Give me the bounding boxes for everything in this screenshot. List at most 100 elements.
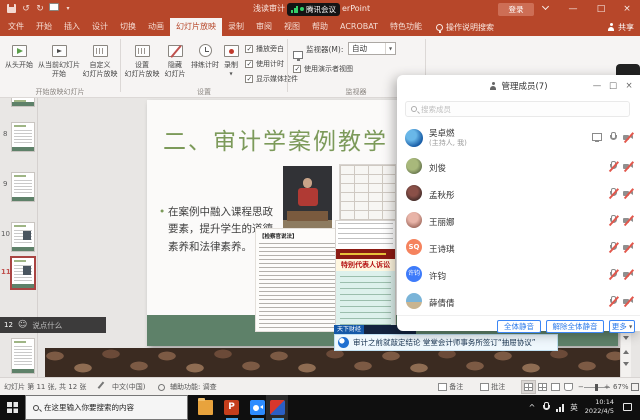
tray-mic-icon[interactable]	[540, 395, 552, 420]
emoji-icon[interactable]: ☺	[18, 321, 27, 330]
fit-to-window-icon[interactable]	[631, 378, 639, 396]
monitor-dropdown[interactable]: 自动 ▼	[348, 42, 396, 55]
camera-off-icon[interactable]	[623, 296, 633, 307]
from-current-slide-button[interactable]: 从当前幻灯片 开始	[37, 42, 81, 78]
zoom-out-button[interactable]: −	[578, 378, 584, 396]
thumbnail-slide-7-partial[interactable]	[11, 98, 35, 107]
notes-toggle[interactable]: 备注	[438, 378, 463, 396]
scroll-down-arrow-icon[interactable]	[623, 336, 629, 340]
mic-off-icon[interactable]	[608, 296, 618, 307]
zoom-in-button[interactable]: +	[604, 378, 610, 396]
hide-slide-button[interactable]: 隐藏 幻灯片	[161, 42, 189, 78]
redo-icon[interactable]: ↻	[34, 3, 46, 15]
thumbnail-slide-8[interactable]	[11, 122, 35, 152]
mute-all-button[interactable]: 全体静音	[497, 320, 541, 333]
tab-slideshow-active[interactable]: 幻灯片放映	[170, 18, 222, 36]
case-photo[interactable]	[283, 166, 332, 228]
presenter-view-checkbox[interactable]: 使用演示者视图	[293, 64, 353, 74]
meeting-mini-badge[interactable]: 腾讯会议	[287, 3, 340, 16]
maximize-icon[interactable]: □	[590, 0, 612, 18]
camera-off-icon[interactable]	[623, 242, 633, 253]
minimize-icon[interactable]: —	[562, 0, 584, 18]
unmute-all-button[interactable]: 解除全体静音	[546, 320, 604, 333]
tab-insert[interactable]: 插入	[58, 18, 86, 36]
tab-file[interactable]: 文件	[2, 18, 30, 36]
thumbnail-slide-10[interactable]	[11, 222, 35, 252]
mic-off-icon[interactable]	[608, 161, 618, 172]
notification-center-icon[interactable]	[623, 403, 632, 411]
tab-animations[interactable]: 动画	[142, 18, 170, 36]
clock[interactable]: 10:14 2022/4/5	[572, 398, 614, 416]
tab-home[interactable]: 开始	[30, 18, 58, 36]
panel-minimize-icon[interactable]: —	[590, 80, 604, 92]
rehearse-timings-button[interactable]: 排练计时	[189, 42, 221, 70]
dropdown-arrow-icon[interactable]: ▼	[385, 43, 395, 54]
mic-off-icon[interactable]	[608, 215, 618, 226]
thumbnail-slide-9[interactable]	[11, 172, 35, 202]
taskbar-search-input[interactable]: 在这里输入你要搜索的内容	[25, 395, 188, 420]
accessibility-status[interactable]: 辅助功能: 调查	[170, 378, 217, 396]
tab-record[interactable]: 录制	[222, 18, 250, 36]
member-search-input[interactable]: 搜索成员	[405, 101, 630, 117]
start-button[interactable]	[0, 395, 25, 420]
share-button[interactable]: 共享	[607, 18, 634, 36]
tab-transitions[interactable]: 切换	[114, 18, 142, 36]
spell-check-icon[interactable]	[98, 378, 104, 396]
ribbon-display-options-icon[interactable]	[534, 0, 556, 18]
tab-acrobat[interactable]: ACROBAT	[334, 18, 384, 36]
from-beginning-button[interactable]: 从头开始	[2, 42, 36, 70]
slideshow-view-button[interactable]	[564, 378, 573, 396]
zoom-level[interactable]: 67%	[613, 378, 629, 396]
mic-off-icon[interactable]	[608, 188, 618, 199]
mic-off-icon[interactable]	[608, 269, 618, 280]
tab-help[interactable]: 帮助	[306, 18, 334, 36]
screen-share-icon[interactable]	[591, 132, 601, 143]
tab-view[interactable]: 视图	[278, 18, 306, 36]
next-slide-button[interactable]	[623, 362, 629, 366]
record-dropdown[interactable]: ▼	[220, 70, 242, 79]
language-indicator[interactable]: 中文(中国)	[112, 378, 145, 396]
use-timings-checkbox[interactable]: 使用计时	[245, 59, 284, 69]
news-article-clip[interactable]: 特别代表人诉讼	[335, 220, 396, 333]
slide-title[interactable]: 二、审计学案例教学	[163, 122, 388, 156]
camera-off-icon[interactable]	[623, 161, 633, 172]
camera-off-icon[interactable]	[623, 132, 633, 143]
setup-slideshow-button[interactable]: 设置 幻灯片放映	[123, 42, 161, 78]
chat-input-placeholder[interactable]: 说点什么	[32, 320, 62, 331]
media-controls-checkbox[interactable]: 显示媒体控件	[245, 74, 298, 84]
panel-maximize-icon[interactable]: □	[606, 80, 620, 92]
file-explorer-icon[interactable]	[198, 400, 213, 415]
record-button[interactable]: 录制 ▼	[220, 42, 242, 78]
powerpoint-icon[interactable]: P	[224, 400, 239, 415]
camera-off-icon[interactable]	[623, 269, 633, 280]
tab-design[interactable]: 设计	[86, 18, 114, 36]
qat-customize-icon[interactable]: ▾	[62, 3, 74, 15]
custom-slideshow-button[interactable]: 自定义 幻灯片放映	[81, 42, 119, 78]
mic-on-icon[interactable]	[608, 132, 618, 143]
previous-slide-button[interactable]	[623, 350, 629, 354]
play-narrations-checkbox[interactable]: 播放旁白	[245, 44, 284, 54]
close-icon[interactable]: ×	[616, 0, 638, 18]
tab-features[interactable]: 特色功能	[384, 18, 428, 36]
table-image-clip[interactable]	[339, 164, 396, 221]
mic-off-icon[interactable]	[608, 242, 618, 253]
thumbnail-slide-12[interactable]	[11, 338, 35, 374]
tell-me-search[interactable]: 操作说明搜索	[428, 18, 502, 36]
slideshow-quick-icon[interactable]	[48, 3, 60, 15]
tab-review[interactable]: 审阅	[250, 18, 278, 36]
camera-off-icon[interactable]	[623, 215, 633, 226]
login-button[interactable]: 登录	[498, 3, 534, 16]
slide-sorter-view-button[interactable]	[538, 378, 547, 396]
panel-close-icon[interactable]: ×	[622, 80, 636, 92]
more-button[interactable]: 更多 ▼	[609, 320, 635, 333]
save-icon[interactable]	[5, 3, 17, 15]
normal-view-button[interactable]	[521, 378, 536, 396]
tencent-meeting-icon[interactable]	[250, 400, 265, 415]
prosecutor-statement-clip[interactable]: 【检察官说法】	[255, 228, 340, 332]
network-icon[interactable]	[556, 404, 564, 412]
comments-toggle[interactable]: 批注	[480, 378, 505, 396]
thumbnail-slide-11-selected[interactable]	[10, 256, 36, 290]
undo-icon[interactable]: ↺	[20, 3, 32, 15]
app-icon[interactable]	[270, 400, 285, 415]
camera-off-icon[interactable]	[623, 188, 633, 199]
